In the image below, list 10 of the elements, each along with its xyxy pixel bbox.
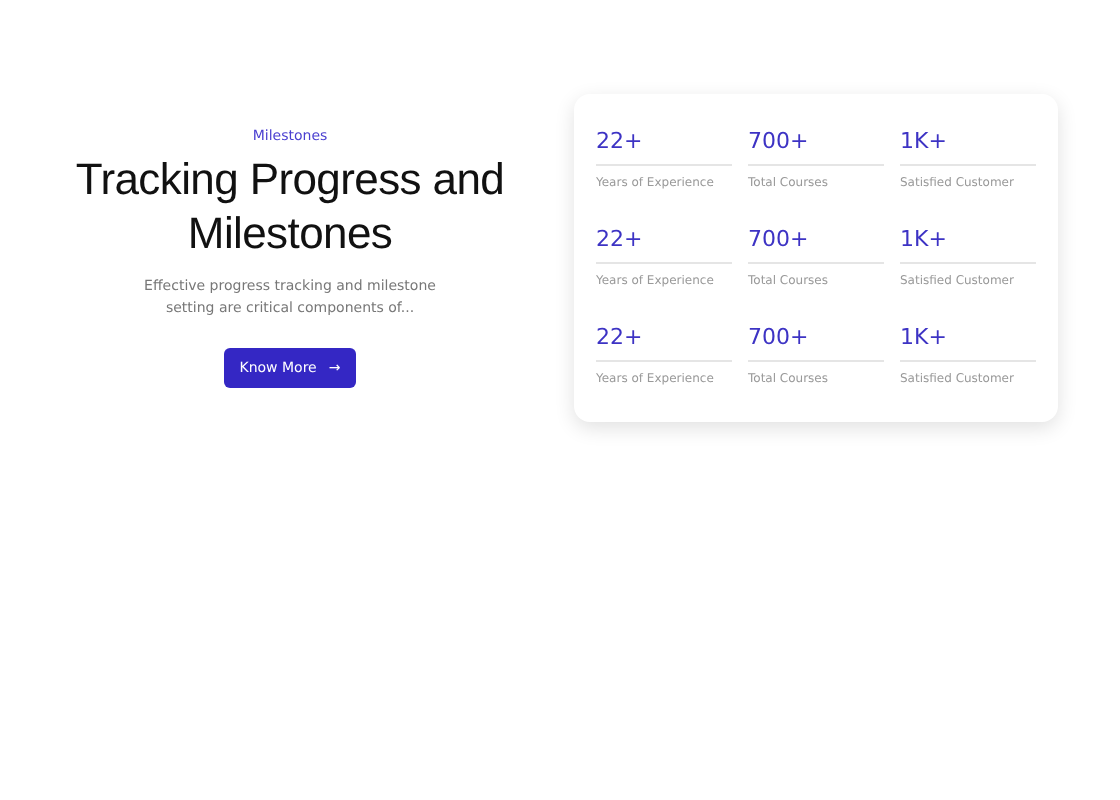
stat-value: 1K+ (900, 324, 1036, 362)
stat-value: 700+ (748, 128, 884, 166)
stat-value: 22+ (596, 226, 732, 264)
stat-value: 22+ (596, 128, 732, 166)
stat-value: 700+ (748, 226, 884, 264)
stat-value: 700+ (748, 324, 884, 362)
stat-value: 22+ (596, 324, 732, 362)
heading: Tracking Progress and Milestones (73, 152, 507, 260)
stat-value: 1K+ (900, 128, 1036, 166)
stat-value: 1K+ (900, 226, 1036, 264)
